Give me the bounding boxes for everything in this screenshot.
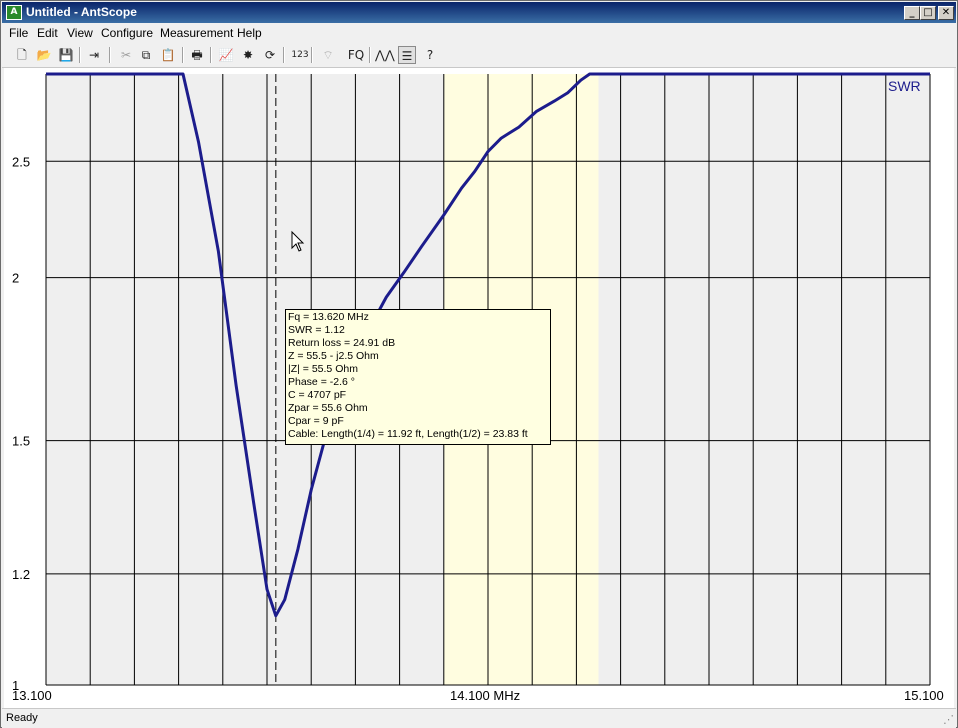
legend-swr: SWR xyxy=(888,78,921,94)
title-bar[interactable]: A Untitled - AntScope _ □ ✕ xyxy=(2,2,956,23)
toolbar-separator xyxy=(311,47,313,63)
status-text: Ready xyxy=(6,712,38,724)
y-tick-label: 1.2 xyxy=(12,567,30,582)
tooltip-line: |Z| = 55.5 Ohm xyxy=(288,363,358,375)
menu-configure[interactable]: Configure xyxy=(101,26,153,40)
tooltip-line: SWR = 1.12 xyxy=(288,324,345,336)
menu-file[interactable]: File xyxy=(9,26,28,40)
antscope-app-icon: A xyxy=(6,5,22,20)
copy-icon[interactable]: ⧉ xyxy=(137,46,155,64)
refresh-icon[interactable]: ⟳ xyxy=(261,46,279,64)
menu-view[interactable]: View xyxy=(67,26,93,40)
toolbar-separator xyxy=(210,47,212,63)
save-icon[interactable]: 💾 xyxy=(57,46,75,64)
x-tick-label: 13.100 xyxy=(12,688,52,703)
menu-edit[interactable]: Edit xyxy=(37,26,58,40)
tooltip-line: Fq = 13.620 MHz xyxy=(288,311,369,323)
toolbar-separator xyxy=(283,47,285,63)
tooltip-line: Return loss = 24.91 dB xyxy=(288,337,396,349)
menu-measurement[interactable]: Measurement xyxy=(160,26,233,40)
tooltip-line: C = 4707 pF xyxy=(288,389,347,401)
minimize-button[interactable]: _ xyxy=(904,6,920,20)
status-bar: Ready ⋰ xyxy=(2,708,956,728)
toolbar-separator xyxy=(109,47,111,63)
chart-scan-icon[interactable]: 📈 xyxy=(217,46,235,64)
cut-icon[interactable]: ✂ xyxy=(117,46,135,64)
table-toggle-icon[interactable]: ☰ xyxy=(398,46,416,64)
frequency-fq-icon[interactable]: FQ xyxy=(347,46,365,64)
y-tick-label: 2.5 xyxy=(12,154,30,169)
measurement-tooltip: Fq = 13.620 MHz SWR = 1.12 Return loss = 2… xyxy=(285,309,551,445)
connect-export-icon[interactable]: ⇥ xyxy=(85,46,103,64)
close-button[interactable]: ✕ xyxy=(938,6,954,20)
menu-help[interactable]: Help xyxy=(237,26,262,40)
y-tick-label: 2 xyxy=(12,271,19,286)
tooltip-line: Cable: Length(1/4) = 11.92 ft, Length(1/… xyxy=(288,428,528,440)
toolbar: 🗋 📂 💾 ⇥ ✂ ⧉ 📋 🖶 📈 ✸ ⟳ 123 ⌔ FQ ⋀⋀ ☰? xyxy=(2,43,956,68)
help-question-icon[interactable]: ? xyxy=(421,46,439,64)
print-icon[interactable]: 🖶 xyxy=(188,46,206,64)
continuous-scan-icon[interactable]: ✸ xyxy=(239,46,257,64)
antenna-signal-icon[interactable]: ⌔ xyxy=(319,46,337,64)
toolbar-separator xyxy=(369,47,371,63)
paste-icon[interactable]: 📋 xyxy=(159,46,177,64)
open-folder-icon[interactable]: 📂 xyxy=(35,46,53,64)
multi-curve-icon[interactable]: ⋀⋀ xyxy=(375,46,395,64)
window-title: Untitled - AntScope xyxy=(26,5,137,19)
tooltip-line: Phase = -2.6 ° xyxy=(288,376,355,388)
menu-bar: File Edit View Configure Measurement Hel… xyxy=(2,23,956,43)
toolbar-separator xyxy=(79,47,81,63)
app-window: A Untitled - AntScope _ □ ✕ File Edit Vi… xyxy=(0,0,958,728)
tooltip-line: Z = 55.5 - j2.5 Ohm xyxy=(288,350,379,362)
tooltip-line: Cpar = 9 pF xyxy=(288,415,344,427)
new-document-icon[interactable]: 🗋 xyxy=(13,46,31,64)
resize-grip-icon[interactable]: ⋰ xyxy=(943,713,954,726)
chart-area[interactable]: 2.5 2 1.5 1.2 1 13.100 14.100 MHz 15.100 SWR Fq … xyxy=(4,68,954,708)
toolbar-separator xyxy=(182,47,184,63)
maximize-button[interactable]: □ xyxy=(920,6,936,20)
numbers-123-icon[interactable]: 123 xyxy=(289,46,311,64)
y-tick-label: 1.5 xyxy=(12,434,30,449)
x-tick-label: 15.100 xyxy=(904,688,944,703)
x-tick-label: 14.100 MHz xyxy=(450,688,520,703)
tooltip-line: Zpar = 55.6 Ohm xyxy=(288,402,368,414)
